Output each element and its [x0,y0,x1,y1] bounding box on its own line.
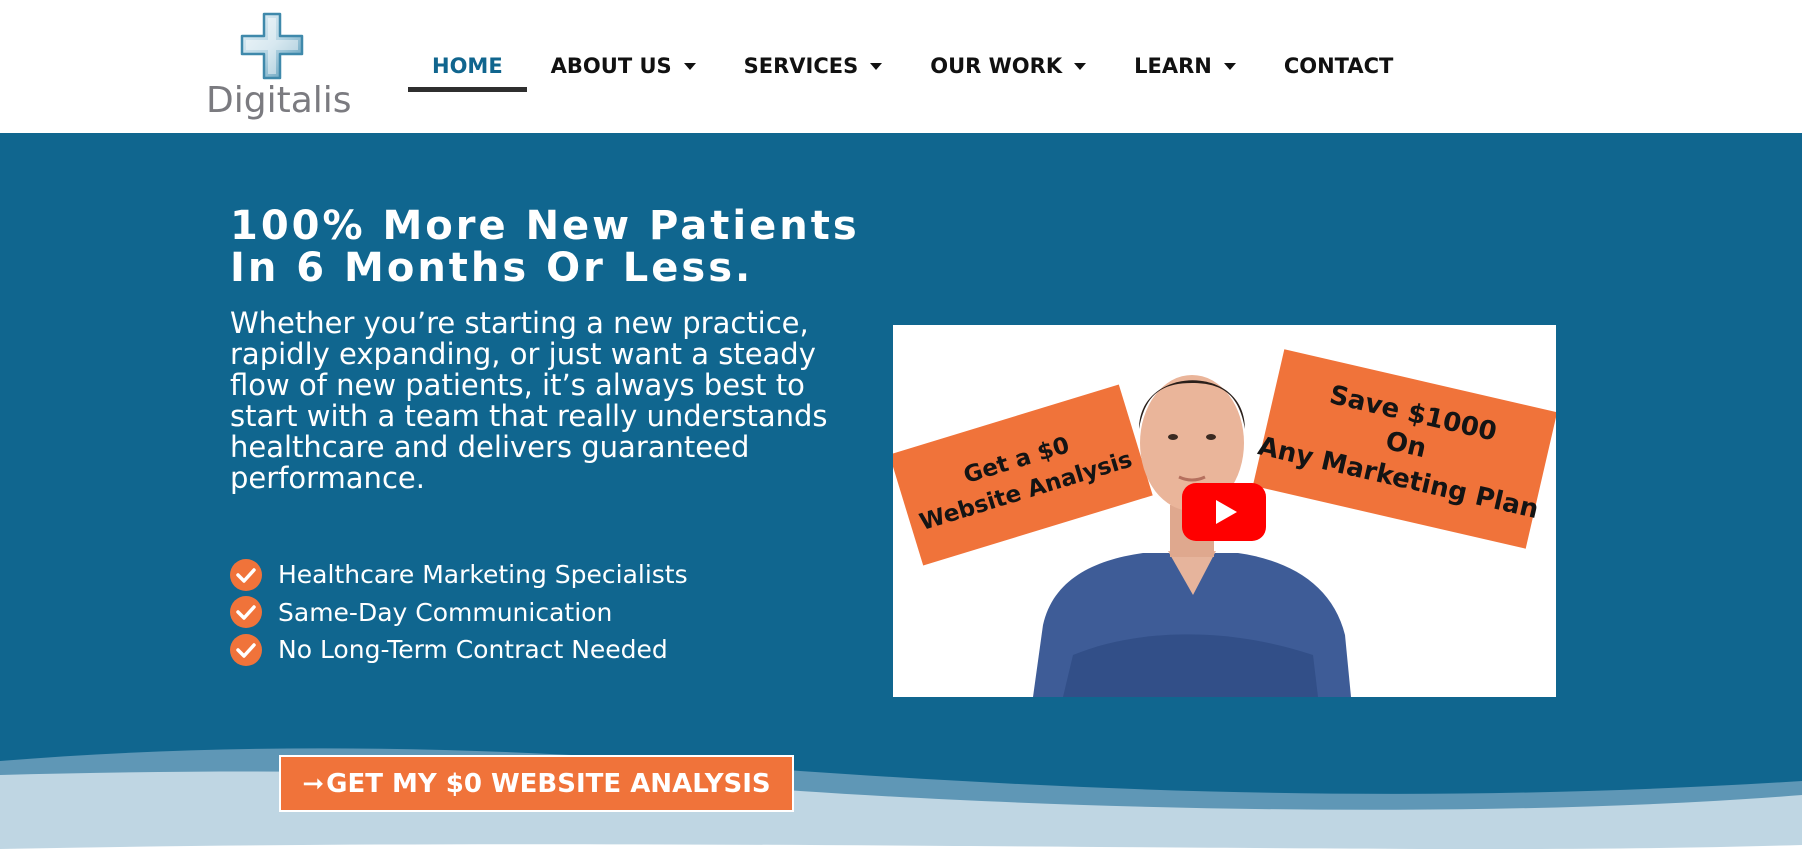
nav-services[interactable]: SERVICES [720,40,907,92]
play-triangle-icon [1216,500,1237,524]
caret-down-icon [683,62,696,70]
nav-our-work[interactable]: OUR WORK [906,40,1110,92]
bottom-wave-divider [0,748,1802,860]
hero-section: 100% More New Patients In 6 Months Or Le… [0,133,1802,860]
benefit-text: Same-Day Communication [278,597,613,627]
website-analysis-cta-button[interactable]: ➞ GET MY $0 WEBSITE ANALYSIS [279,755,794,812]
medical-cross-icon [240,12,304,80]
nav-services-label: SERVICES [743,54,859,78]
nav-about-us[interactable]: ABOUT US [527,40,720,92]
youtube-play-icon[interactable] [1182,483,1266,541]
nav-contact-label: CONTACT [1283,54,1394,78]
headline-line-2: In 6 Months Or Less. [230,245,754,291]
cta-label: GET MY $0 WEBSITE ANALYSIS [326,768,771,799]
benefit-text: No Long-Term Contract Needed [278,635,668,665]
caret-down-icon [870,62,883,70]
site-header: Digitalis HOME ABOUT US SERVICES OUR WOR… [0,0,1802,133]
list-item: Same-Day Communication [230,594,688,632]
benefits-list: Healthcare Marketing Specialists Same-Da… [230,556,688,669]
hero-intro: Whether you’re starting a new practice, … [230,306,828,495]
nav-home-label: HOME [432,54,503,78]
benefit-text: Healthcare Marketing Specialists [278,560,688,590]
nav-contact[interactable]: CONTACT [1260,40,1418,92]
video-embed[interactable]: Get a $0 Website Analysis Save $1000 On [893,325,1556,697]
list-item: No Long-Term Contract Needed [230,631,688,669]
logo-wordmark: Digitalis [206,80,352,121]
nav-home[interactable]: HOME [408,40,527,92]
hero-headline: 100% More New Patients In 6 Months Or Le… [230,205,870,289]
caret-down-icon [1074,62,1087,70]
list-item: Healthcare Marketing Specialists [230,556,688,594]
checkmark-icon [230,633,262,666]
checkmark-icon [230,558,262,591]
headline-line-1: 100% More New Patients [230,203,860,249]
checkmark-icon [230,596,262,629]
nav-learn-label: LEARN [1134,54,1212,78]
digitalis-logo[interactable]: Digitalis [200,8,352,123]
caret-down-icon [1223,62,1236,70]
nav-our-work-label: OUR WORK [930,54,1063,78]
main-nav: HOME ABOUT US SERVICES OUR WORK LEARN CO… [408,40,1417,92]
arrow-right-icon: ➞ [302,768,325,799]
nav-learn[interactable]: LEARN [1110,40,1260,92]
nav-about-us-label: ABOUT US [550,54,672,78]
